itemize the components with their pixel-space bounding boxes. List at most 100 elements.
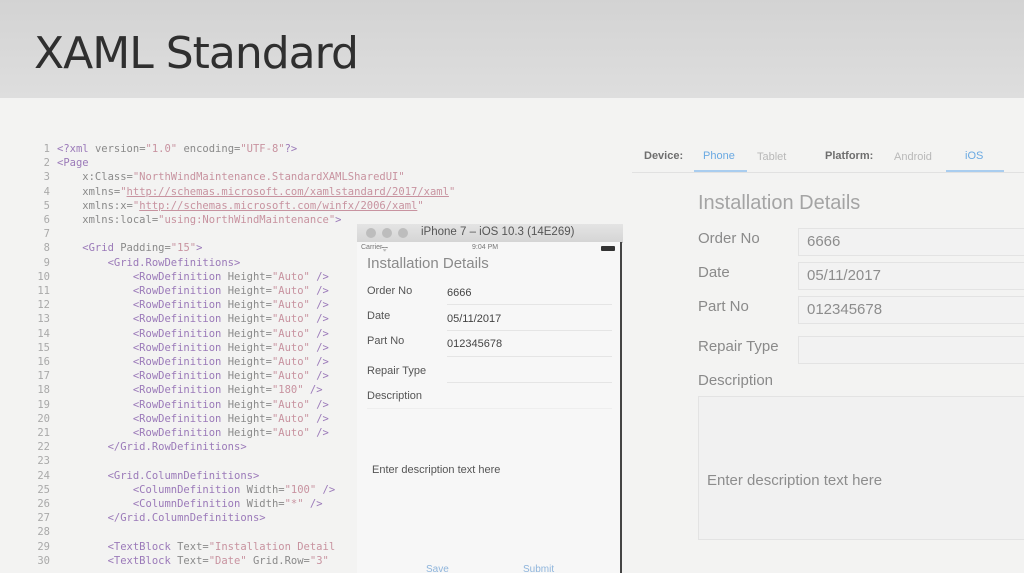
code-token: /> <box>309 299 329 312</box>
code-token: "1.0" <box>145 143 178 155</box>
submit-button[interactable]: Submit <box>523 564 554 573</box>
code-token: <TextBlock <box>57 540 178 553</box>
line-number: 12 <box>37 299 50 312</box>
phone-part-no-value[interactable]: 012345678 <box>447 338 502 350</box>
phone-form-title: Installation Details <box>367 255 489 272</box>
code-token: /> <box>309 412 329 425</box>
repair-type-field[interactable] <box>798 336 1024 364</box>
code-token: </Grid.RowDefinitions> <box>57 441 247 454</box>
designer-divider <box>632 172 1024 173</box>
code-token: "Auto" <box>271 370 310 383</box>
code-token: /> <box>303 498 323 510</box>
phone-date-value[interactable]: 05/11/2017 <box>447 313 501 325</box>
carrier-label: Carrier <box>361 244 383 251</box>
designer-form-title: Installation Details <box>698 192 861 214</box>
order-no-field[interactable]: 6666 <box>798 228 1024 256</box>
code-token: Height= <box>227 412 272 425</box>
code-token: Height= <box>227 327 272 340</box>
code-token: Height= <box>227 398 272 411</box>
line-number: 20 <box>37 412 50 425</box>
phone-order-no-value[interactable]: 6666 <box>447 287 471 299</box>
description-field[interactable]: Enter description text here <box>698 396 1024 540</box>
code-token: <RowDefinition <box>57 341 228 354</box>
code-token: http://schemas.microsoft.com/xamlstandar… <box>126 185 449 198</box>
code-token: Text= <box>177 554 209 567</box>
code-token: /> <box>309 356 329 368</box>
slide-title: XAML Standard <box>34 28 359 79</box>
code-token: Grid.Row= <box>246 554 310 567</box>
code-token: "Auto" <box>271 285 310 297</box>
battery-icon <box>601 246 615 251</box>
code-text: <Grid.ColumnDefinitions> <box>57 469 260 483</box>
code-token: <?xml <box>57 143 95 155</box>
code-token: /> <box>303 384 323 397</box>
code-token: Width= <box>246 498 285 510</box>
code-text: <RowDefinition Height="Auto" /> <box>57 284 329 298</box>
code-token: "15" <box>170 242 197 255</box>
line-number: 15 <box>37 341 50 354</box>
code-text: x:Class="NorthWindMaintenance.StandardXA… <box>57 170 404 184</box>
line-number: 3 <box>43 171 50 184</box>
device-option-phone[interactable]: Phone <box>703 150 735 162</box>
window-close-icon[interactable] <box>366 228 376 238</box>
code-token: /> <box>309 270 329 283</box>
code-token: <Page <box>57 157 89 170</box>
code-token: <Grid <box>57 242 121 255</box>
code-token: Height= <box>227 427 272 439</box>
window-minimize-icon[interactable] <box>382 228 392 238</box>
platform-option-ios[interactable]: iOS <box>965 150 983 162</box>
code-text: <Grid Padding="15"> <box>57 241 202 255</box>
code-token: > <box>196 242 203 255</box>
window-zoom-icon[interactable] <box>398 228 408 238</box>
code-text: <ColumnDefinition Width="*" /> <box>57 497 323 511</box>
code-text: xmlns:local="using:NorthWindMaintenance"… <box>57 213 341 227</box>
line-number: 2 <box>43 157 50 170</box>
field-divider <box>447 382 612 383</box>
phone-date-label: Date <box>367 310 391 322</box>
code-token: "Auto" <box>271 313 310 326</box>
field-divider <box>447 304 612 305</box>
save-button[interactable]: Save <box>426 564 449 573</box>
field-divider <box>447 330 612 331</box>
phone-description-placeholder: Enter description text here <box>372 464 501 476</box>
platform-option-android[interactable]: Android <box>894 151 932 163</box>
code-text: <Grid.RowDefinitions> <box>57 256 241 270</box>
code-token: "using:NorthWindMaintenance" <box>158 214 336 226</box>
device-option-tablet[interactable]: Tablet <box>757 151 786 163</box>
repair-type-label: Repair Type <box>698 338 779 355</box>
code-token: "100" <box>284 483 317 496</box>
simulator-window-title: iPhone 7 – iOS 10.3 (14E269) <box>421 226 575 238</box>
code-token: /> <box>316 483 336 496</box>
code-token: encoding= <box>177 143 241 155</box>
phone-description-field[interactable] <box>367 408 612 569</box>
code-token: /> <box>309 427 329 439</box>
simulator-titlebar[interactable]: iPhone 7 – iOS 10.3 (14E269) <box>357 224 623 243</box>
code-token: xmlns:x= <box>57 199 133 212</box>
code-token: Height= <box>227 384 272 397</box>
code-token: xmlns:local= <box>57 214 159 226</box>
code-token: "Auto" <box>271 427 310 439</box>
phone-repair-type-label: Repair Type <box>367 365 427 377</box>
line-number: 4 <box>43 185 50 198</box>
field-divider <box>447 356 612 357</box>
designer-panel: Device: Phone Tablet Platform: Android i… <box>632 141 1024 573</box>
code-token: Height= <box>227 299 272 312</box>
code-token: Padding= <box>120 242 171 255</box>
platform-label: Platform: <box>825 150 874 162</box>
line-number: 1 <box>43 143 50 155</box>
code-text: <RowDefinition Height="Auto" /> <box>57 298 329 312</box>
line-number: 25 <box>37 483 50 496</box>
code-token: <RowDefinition <box>57 299 228 312</box>
code-text: </Grid.ColumnDefinitions> <box>57 511 266 525</box>
part-no-field[interactable]: 012345678 <box>798 296 1024 324</box>
code-token: <RowDefinition <box>57 370 228 383</box>
date-field[interactable]: 05/11/2017 <box>798 262 1024 290</box>
code-token: <RowDefinition <box>57 356 228 368</box>
code-token: /> <box>309 327 329 340</box>
code-token: version= <box>94 143 146 155</box>
code-token: Height= <box>227 356 272 368</box>
code-token: "3" <box>309 554 329 567</box>
code-text: <RowDefinition Height="Auto" /> <box>57 270 329 284</box>
code-token: <RowDefinition <box>57 327 228 340</box>
code-token: " <box>417 199 424 212</box>
